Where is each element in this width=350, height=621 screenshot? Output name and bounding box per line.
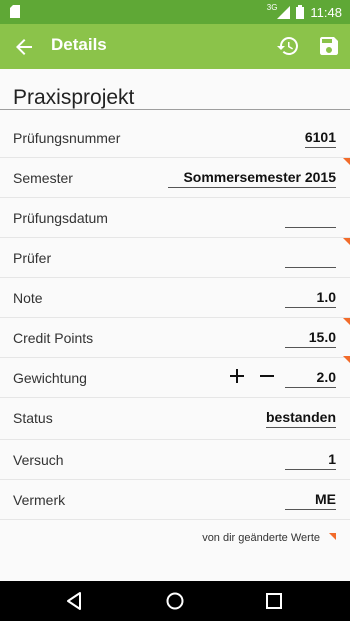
app-bar: Details bbox=[0, 24, 350, 69]
history-icon[interactable] bbox=[276, 34, 300, 58]
signal-icon bbox=[277, 5, 291, 19]
save-icon[interactable] bbox=[317, 34, 341, 58]
changed-marker bbox=[343, 356, 350, 363]
status-indicators: 3G 11:48 bbox=[267, 0, 342, 24]
vermerk-field[interactable]: ME bbox=[285, 488, 336, 510]
row-label: Vermerk bbox=[13, 492, 66, 508]
changed-marker-legend-icon bbox=[329, 533, 336, 540]
status-bar: 3G 11:48 bbox=[0, 0, 350, 24]
row-label: Status bbox=[13, 410, 53, 426]
row-label: Gewichtung bbox=[13, 370, 87, 386]
minus-icon[interactable] bbox=[259, 368, 275, 384]
changed-marker bbox=[343, 238, 350, 245]
row-pruefungsdatum: Prüfungsdatum bbox=[0, 198, 350, 238]
title-divider bbox=[0, 109, 350, 110]
gewichtung-field[interactable]: 2.0 bbox=[285, 366, 336, 388]
row-pruefer: Prüfer bbox=[0, 238, 350, 278]
changed-values-legend: von dir geänderte Werte bbox=[0, 526, 350, 550]
navigation-bar bbox=[0, 581, 350, 621]
row-gewichtung: Gewichtung 2.0 bbox=[0, 358, 350, 398]
row-label: Versuch bbox=[13, 452, 64, 468]
network-type: 3G bbox=[266, 2, 278, 12]
pruefungsnummer-field[interactable]: 6101 bbox=[304, 126, 336, 148]
pruefer-field[interactable] bbox=[285, 246, 336, 268]
row-label: Prüfungsdatum bbox=[13, 210, 108, 226]
nav-back-icon[interactable] bbox=[65, 591, 85, 611]
row-note: Note 1.0 bbox=[0, 278, 350, 318]
clock: 11:48 bbox=[310, 4, 342, 20]
status-field[interactable]: bestanden bbox=[265, 406, 336, 428]
versuch-field[interactable]: 1 bbox=[285, 448, 336, 470]
row-label: Prüfer bbox=[13, 250, 52, 266]
row-pruefungsnummer: Prüfungsnummer 6101 bbox=[0, 118, 350, 158]
plus-icon[interactable] bbox=[229, 368, 245, 384]
changed-marker bbox=[343, 318, 350, 325]
row-semester: Semester Sommersemester 2015 bbox=[0, 158, 350, 198]
row-label: Prüfungsnummer bbox=[13, 130, 121, 146]
sd-card-icon bbox=[10, 5, 20, 18]
semester-field[interactable]: Sommersemester 2015 bbox=[168, 166, 336, 188]
legend-text: von dir geänderte Werte bbox=[202, 532, 320, 544]
row-versuch: Versuch 1 bbox=[0, 440, 350, 480]
pruefungsdatum-field[interactable] bbox=[285, 206, 336, 228]
app-bar-title: Details bbox=[51, 35, 107, 54]
row-label: Credit Points bbox=[13, 330, 94, 346]
nav-home-icon[interactable] bbox=[165, 591, 185, 611]
nav-recents-icon[interactable] bbox=[264, 591, 284, 611]
row-vermerk: Vermerk ME bbox=[0, 480, 350, 520]
row-credit-points: Credit Points 15.0 bbox=[0, 318, 350, 358]
back-arrow-icon[interactable] bbox=[12, 35, 36, 59]
row-label: Semester bbox=[13, 170, 73, 186]
row-label: Note bbox=[13, 290, 43, 306]
battery-icon bbox=[296, 5, 305, 19]
page-title: Praxisprojekt bbox=[13, 86, 135, 109]
changed-marker bbox=[343, 158, 350, 165]
row-status: Status bestanden bbox=[0, 356, 350, 440]
note-field[interactable]: 1.0 bbox=[285, 286, 336, 308]
credit-points-field[interactable]: 15.0 bbox=[285, 326, 336, 348]
